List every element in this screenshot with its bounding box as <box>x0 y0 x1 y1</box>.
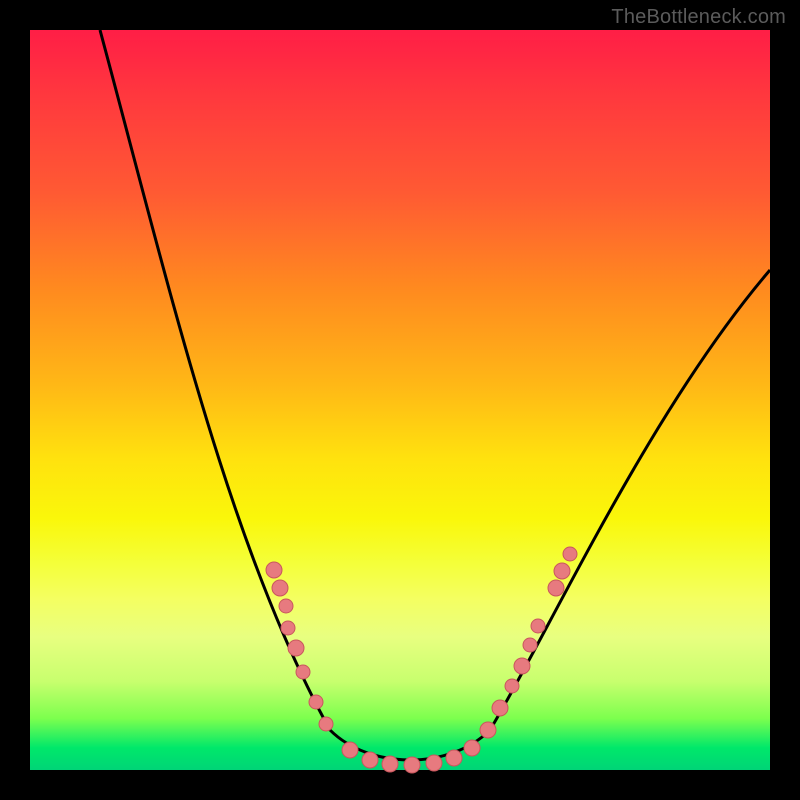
marker-point <box>362 752 378 768</box>
marker-point <box>404 757 420 773</box>
marker-point <box>281 621 295 635</box>
marker-point <box>309 695 323 709</box>
v-curve <box>100 30 770 760</box>
marker-point <box>426 755 442 771</box>
watermark-text: TheBottleneck.com <box>611 6 786 29</box>
marker-point <box>531 619 545 633</box>
marker-point <box>319 717 333 731</box>
marker-point <box>514 658 530 674</box>
plot-area <box>30 30 770 770</box>
marker-point <box>288 640 304 656</box>
marker-point <box>342 742 358 758</box>
marker-point <box>446 750 462 766</box>
marker-point <box>279 599 293 613</box>
marker-point <box>563 547 577 561</box>
curve-layer <box>30 30 770 770</box>
marker-point <box>464 740 480 756</box>
marker-point <box>548 580 564 596</box>
marker-point <box>523 638 537 652</box>
marker-point <box>266 562 282 578</box>
marker-point <box>382 756 398 772</box>
marker-point <box>296 665 310 679</box>
marker-point <box>554 563 570 579</box>
marker-point <box>505 679 519 693</box>
marker-point <box>272 580 288 596</box>
marker-point <box>480 722 496 738</box>
frame: TheBottleneck.com <box>0 0 800 800</box>
marker-point <box>492 700 508 716</box>
